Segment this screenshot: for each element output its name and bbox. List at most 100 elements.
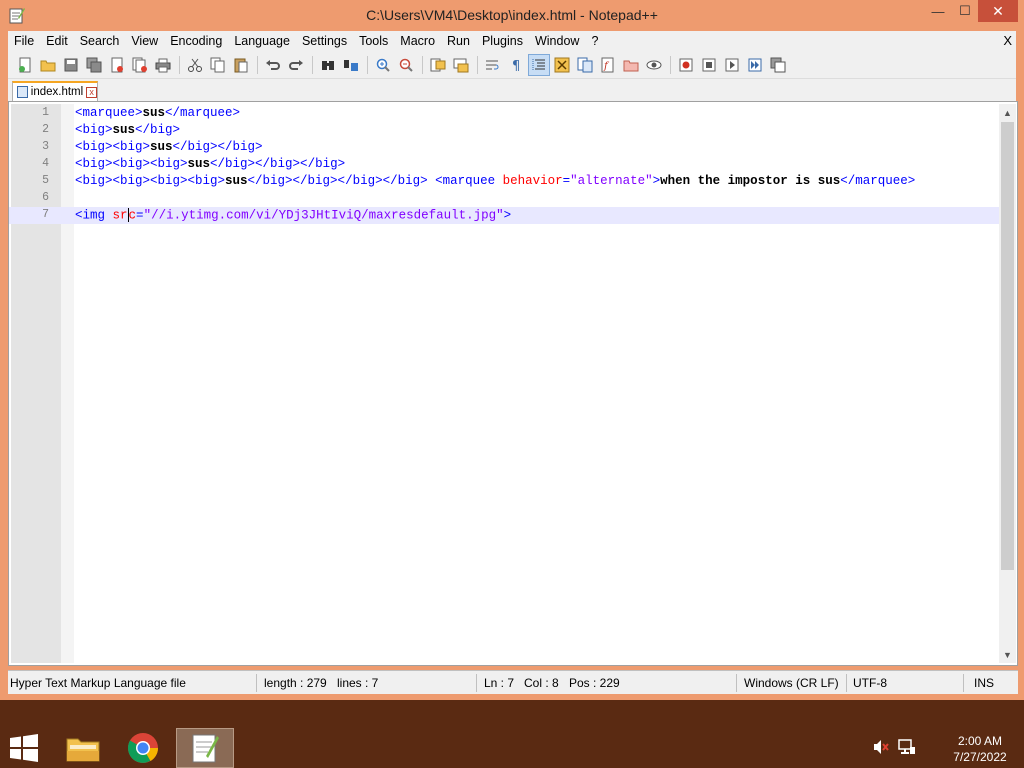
vertical-scrollbar[interactable]: ▲ ▼ xyxy=(999,104,1016,663)
record-macro-icon[interactable] xyxy=(675,54,697,76)
text-token: sus xyxy=(112,123,136,137)
tag-token: > xyxy=(503,208,512,223)
close-all-icon[interactable] xyxy=(129,54,151,76)
network-icon[interactable] xyxy=(898,738,916,756)
code-line[interactable]: 5 <big><big><big><big>sus</big></big></b… xyxy=(9,173,999,190)
code-line[interactable]: 3 <big><big>sus</big></big> xyxy=(9,139,999,156)
windows-start-icon[interactable] xyxy=(10,734,38,762)
sync-horizontal-icon[interactable] xyxy=(450,54,472,76)
code-area[interactable]: 1 <marquee>sus</marquee> 2 <big>sus</big… xyxy=(9,105,999,224)
doc-map-icon[interactable] xyxy=(574,54,596,76)
chrome-taskbar-icon[interactable] xyxy=(114,728,172,768)
tag-token: </big></big> xyxy=(172,140,263,154)
monitoring-icon[interactable] xyxy=(643,54,665,76)
status-encoding[interactable]: UTF-8 xyxy=(853,676,887,690)
maximize-button[interactable]: ☐ xyxy=(952,0,978,22)
volume-muted-icon[interactable] xyxy=(872,738,890,756)
code-line[interactable]: 2 <big>sus</big> xyxy=(9,122,999,139)
status-divider xyxy=(846,674,847,692)
show-all-chars-icon[interactable]: ¶ xyxy=(505,54,527,76)
toolbar-separator xyxy=(257,55,258,74)
code-line[interactable]: 4 <big><big><big>sus</big></big></big> xyxy=(9,156,999,173)
code-line[interactable]: 6 xyxy=(9,190,999,207)
status-length: length : 279 xyxy=(264,676,327,690)
folder-workspace-icon[interactable] xyxy=(620,54,642,76)
find-icon[interactable] xyxy=(317,54,339,76)
status-line-number: Ln : 7 xyxy=(484,676,515,690)
menu-search[interactable]: Search xyxy=(74,31,126,51)
word-wrap-icon[interactable] xyxy=(482,54,504,76)
menu-language[interactable]: Language xyxy=(228,31,296,51)
toolbar: ¶ f xyxy=(8,51,1016,79)
line-number: 2 xyxy=(42,123,49,136)
notepadpp-taskbar-icon[interactable] xyxy=(176,728,234,768)
menu-help[interactable]: ? xyxy=(585,31,604,51)
system-clock[interactable]: 2:00 AM 7/27/2022 xyxy=(940,733,1020,765)
open-file-icon[interactable] xyxy=(37,54,59,76)
zoom-in-icon[interactable] xyxy=(372,54,394,76)
sync-vertical-icon[interactable] xyxy=(427,54,449,76)
menu-plugins[interactable]: Plugins xyxy=(476,31,529,51)
zoom-out-icon[interactable] xyxy=(395,54,417,76)
toolbar-separator xyxy=(670,55,671,74)
menu-run[interactable]: Run xyxy=(441,31,476,51)
indent-guide-icon[interactable] xyxy=(528,53,550,76)
editor-pane[interactable]: 1 <marquee>sus</marquee> 2 <big>sus</big… xyxy=(8,101,1018,666)
status-divider xyxy=(476,674,477,692)
line-number: 7 xyxy=(42,208,49,221)
save-macro-icon[interactable] xyxy=(767,54,789,76)
new-file-icon[interactable] xyxy=(14,54,36,76)
paste-icon[interactable] xyxy=(230,54,252,76)
menu-window[interactable]: Window xyxy=(529,31,585,51)
code-line-current[interactable]: 7 <img src="//i.ytimg.com/vi/YDj3JHtIviQ… xyxy=(9,207,999,224)
scroll-up-icon[interactable]: ▲ xyxy=(999,104,1016,121)
file-explorer-taskbar-icon[interactable] xyxy=(54,728,112,768)
tag-token: <marquee> xyxy=(75,106,143,120)
attribute-token: sr xyxy=(112,208,128,223)
close-icon[interactable] xyxy=(106,54,128,76)
scroll-down-icon[interactable]: ▼ xyxy=(999,646,1016,663)
status-eol-format[interactable]: Windows (CR LF) xyxy=(744,676,839,690)
close-window-button[interactable]: ✕ xyxy=(978,0,1018,22)
tag-token: </big></big></big> xyxy=(210,157,346,171)
status-insert-mode[interactable]: INS xyxy=(974,676,994,690)
window-title: C:\Users\VM4\Desktop\index.html - Notepa… xyxy=(366,7,658,23)
menu-edit[interactable]: Edit xyxy=(40,31,74,51)
scrollbar-thumb[interactable] xyxy=(1001,122,1014,570)
attribute-token: c xyxy=(128,208,137,223)
attribute-token: behavior xyxy=(502,174,563,188)
menu-view[interactable]: View xyxy=(125,31,164,51)
replace-icon[interactable] xyxy=(340,54,362,76)
menu-file[interactable]: File xyxy=(8,31,40,51)
undo-icon[interactable] xyxy=(262,54,284,76)
save-icon[interactable] xyxy=(60,54,82,76)
function-list-icon[interactable]: f xyxy=(597,54,619,76)
print-icon[interactable] xyxy=(152,54,174,76)
cut-icon[interactable] xyxy=(184,54,206,76)
status-divider xyxy=(256,674,257,692)
line-number: 4 xyxy=(42,157,49,170)
title-bar[interactable]: C:\Users\VM4\Desktop\index.html - Notepa… xyxy=(0,0,1024,31)
status-divider xyxy=(736,674,737,692)
minimize-button[interactable]: — xyxy=(924,0,952,22)
udl-icon[interactable] xyxy=(551,54,573,76)
run-macro-multiple-icon[interactable] xyxy=(744,54,766,76)
menu-tools[interactable]: Tools xyxy=(353,31,394,51)
tab-index-html[interactable]: index.html x xyxy=(12,81,98,101)
tag-token: <big><big><big><big> xyxy=(75,174,226,188)
clock-time: 2:00 AM xyxy=(957,734,1003,748)
svg-text:¶: ¶ xyxy=(512,59,520,73)
play-macro-icon[interactable] xyxy=(721,54,743,76)
stop-macro-icon[interactable] xyxy=(698,54,720,76)
operator-token: = xyxy=(562,174,571,188)
redo-icon[interactable] xyxy=(285,54,307,76)
menu-encoding[interactable]: Encoding xyxy=(164,31,228,51)
menu-settings[interactable]: Settings xyxy=(296,31,353,51)
code-line[interactable]: 1 <marquee>sus</marquee> xyxy=(9,105,999,122)
menu-macro[interactable]: Macro xyxy=(394,31,441,51)
save-all-icon[interactable] xyxy=(83,54,105,76)
tab-close-icon[interactable]: x xyxy=(86,86,97,98)
text-token: when the impostor is sus xyxy=(660,174,841,188)
close-document-button[interactable]: X xyxy=(1003,31,1012,51)
copy-icon[interactable] xyxy=(207,54,229,76)
